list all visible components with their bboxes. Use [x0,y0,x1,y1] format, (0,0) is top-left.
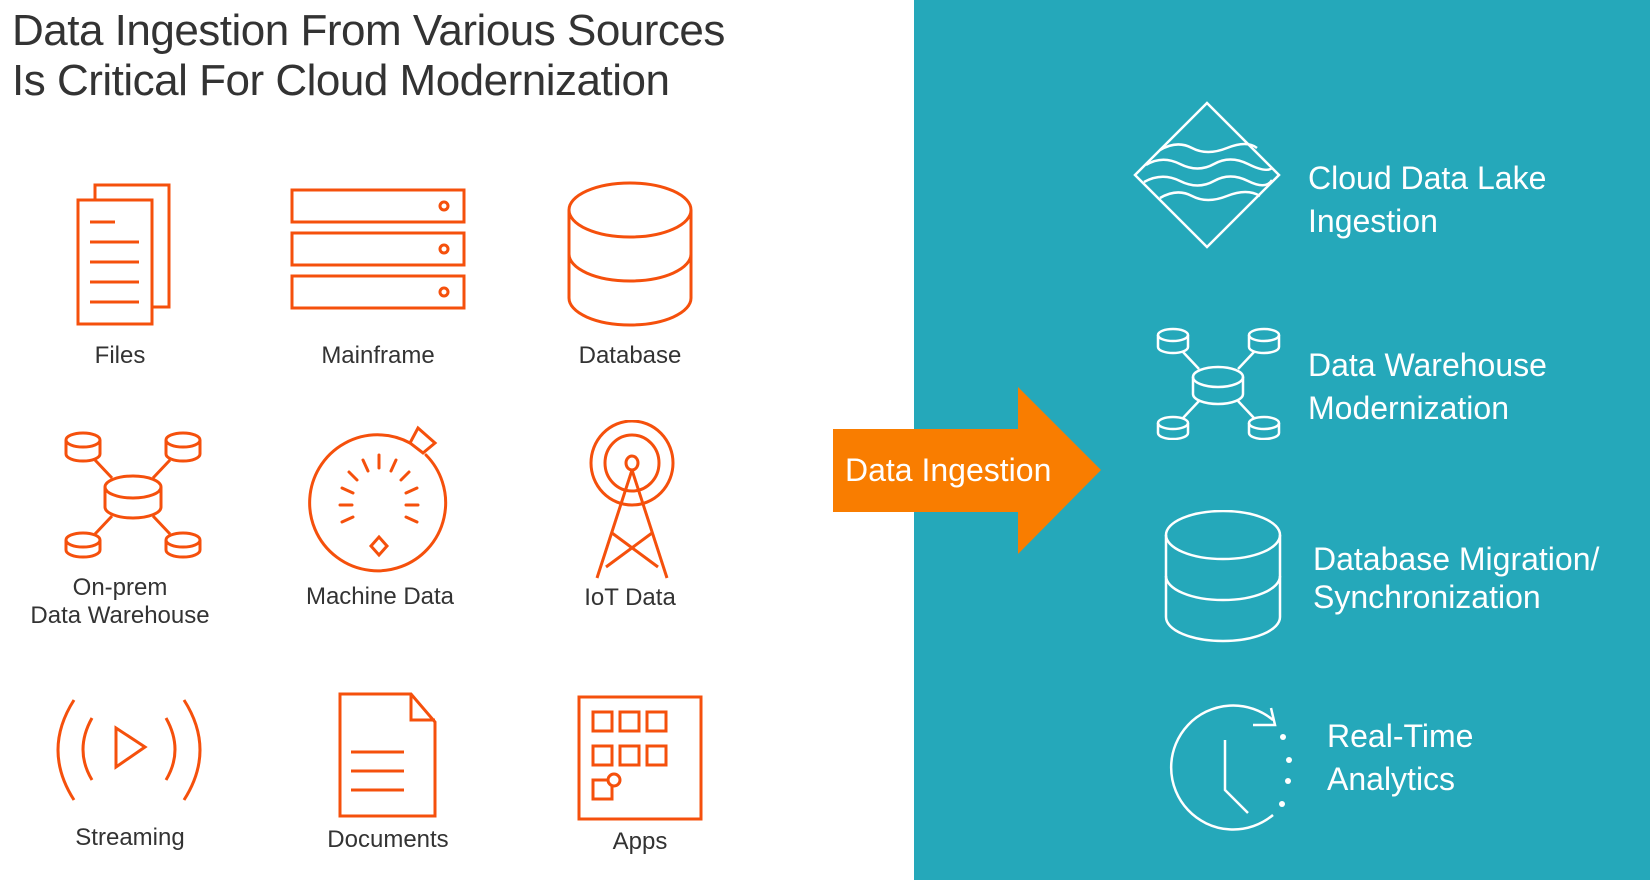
source-label-line-1: On-prem [72,574,168,601]
source-streaming: Streaming [50,690,210,852]
source-apps: Apps [570,692,710,856]
realtime-clock-icon [1169,704,1292,831]
page-title: Data Ingestion From Various Sources Is C… [12,6,725,106]
target-label-line-2: Analytics [1327,761,1456,797]
target-label-line-1: Database Migration/ [1313,541,1600,577]
arrow-label: Data Ingestion [845,452,1052,488]
source-iot-data: IoT Data [560,420,700,612]
target-label-line-1: Cloud Data Lake [1308,160,1547,196]
source-label: Documents [327,826,449,853]
source-documents: Documents [318,690,458,854]
document-icon [338,692,437,818]
title-line-2: Is Critical For Cloud Modernization [12,56,670,105]
database-icon [567,181,693,327]
target-label-line-1: Real-Time [1327,718,1474,754]
mainframe-icon [290,188,466,310]
data-lake-icon [1133,101,1281,249]
source-files: Files [60,180,180,370]
target-label-line-2: Synchronization [1313,579,1541,615]
target-real-time-analytics: Real-Time Analytics [1327,715,1473,801]
target-data-warehouse-modernization: Data Warehouse Modernization [1308,344,1547,430]
data-warehouse-icon [64,431,202,559]
database-icon [1164,510,1282,643]
target-label-line-2: Ingestion [1308,203,1438,239]
source-database: Database [560,180,700,370]
source-label: Machine Data [305,583,455,610]
source-label: Files [94,342,146,369]
source-label: Streaming [75,824,185,851]
target-database-migration: Database Migration/ Synchronization [1313,540,1599,616]
target-label-line-1: Data Warehouse [1308,347,1547,383]
data-warehouse-icon [1156,327,1281,440]
files-icon [76,183,171,326]
source-label: IoT Data [584,584,676,611]
gauge-icon [308,425,448,573]
source-label: Database [578,342,682,369]
source-machine-data: Machine Data [290,425,470,611]
streaming-icon [56,699,202,801]
target-cloud-data-lake: Cloud Data Lake Ingestion [1308,157,1546,243]
target-label-line-2: Modernization [1308,390,1509,426]
apps-grid-icon [577,695,703,821]
source-on-prem-data-warehouse: On-prem Data Warehouse [20,430,220,630]
source-label: Mainframe [321,342,435,369]
title-line-1: Data Ingestion From Various Sources [12,6,725,55]
source-label-line-2: Data Warehouse [30,602,210,629]
antenna-tower-icon [589,420,675,579]
source-label: Apps [612,828,668,855]
source-mainframe: Mainframe [288,180,468,370]
